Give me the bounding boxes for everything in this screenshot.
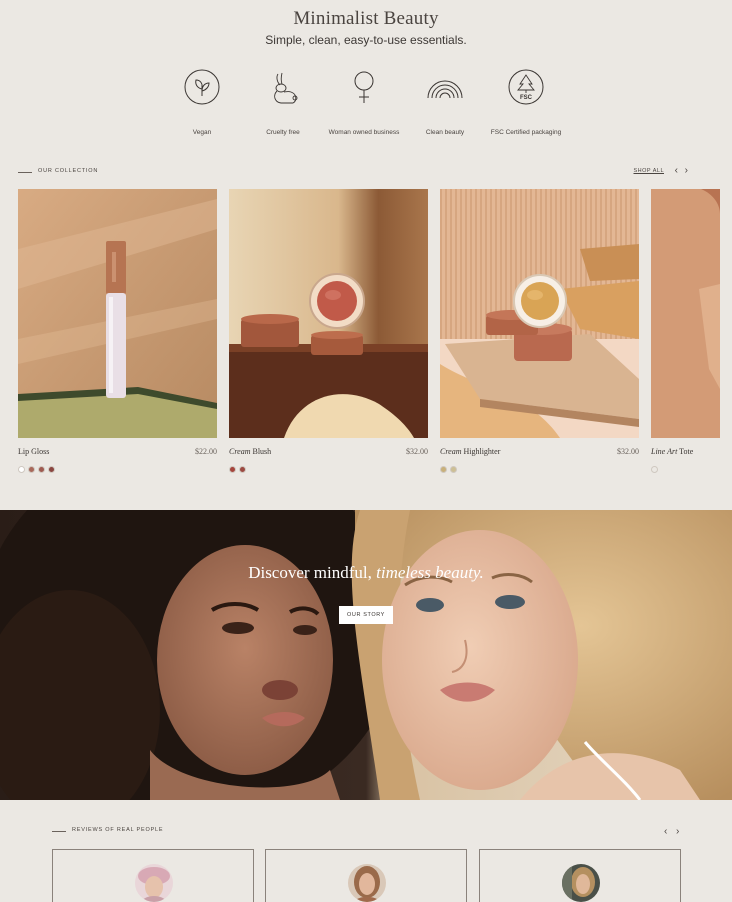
review-card — [479, 849, 681, 902]
value-fsc-certified: FSC FSC Certified packaging — [486, 68, 566, 137]
leaf-icon — [184, 69, 220, 105]
review-card — [52, 849, 254, 902]
avatar — [135, 864, 173, 902]
brand-tagline: Simple, clean, easy-to-use essentials. — [265, 33, 467, 47]
avatar — [562, 864, 600, 902]
value-vegan: Vegan — [162, 68, 242, 137]
product-image[interactable] — [18, 189, 217, 438]
chevron-left-icon[interactable]: ‹ — [664, 826, 667, 837]
swatch[interactable] — [450, 466, 457, 473]
our-story-button[interactable]: OUR STORY — [339, 606, 393, 624]
reviews-section: REVIEWS OF REAL PEOPLE ‹ › — [0, 800, 732, 902]
divider — [18, 172, 32, 173]
color-swatches — [229, 460, 249, 473]
female-symbol-icon — [354, 71, 374, 103]
hero-image — [0, 510, 732, 800]
product-price: $32.00 — [617, 447, 639, 456]
chevron-left-icon[interactable]: ‹ — [675, 165, 678, 176]
swatch[interactable] — [229, 466, 236, 473]
swatch[interactable] — [48, 466, 55, 473]
review-card — [265, 849, 467, 902]
bunny-icon — [274, 72, 298, 104]
brand-values: Vegan Cruelty free Woman owned business — [162, 68, 570, 148]
product-price: $32.00 — [406, 447, 428, 456]
color-swatches — [440, 460, 460, 473]
product-name[interactable]: Line Art Tote — [651, 447, 693, 456]
shop-all-link[interactable]: SHOP ALL — [634, 168, 665, 174]
avatar — [348, 864, 386, 902]
product-name[interactable]: Cream Blush — [229, 447, 271, 456]
chevron-right-icon[interactable]: › — [685, 165, 688, 176]
value-label: Clean beauty — [425, 129, 465, 136]
value-woman-owned: Woman owned business — [324, 68, 404, 137]
value-clean-beauty: Clean beauty — [405, 68, 485, 137]
product-name[interactable]: Lip Gloss — [18, 447, 49, 456]
brand-title: Minimalist Beauty — [293, 8, 439, 29]
hero-headline: Discover mindful, timeless beauty. — [248, 563, 484, 582]
product-image[interactable] — [651, 189, 720, 438]
swatch[interactable] — [38, 466, 45, 473]
svg-text:FSC: FSC — [520, 95, 533, 101]
product-image[interactable] — [229, 189, 428, 438]
product-image[interactable] — [440, 189, 639, 438]
swatch[interactable] — [28, 466, 35, 473]
product-name[interactable]: Cream Highlighter — [440, 447, 500, 456]
swatch[interactable] — [239, 466, 246, 473]
hero-banner — [0, 510, 732, 800]
value-label: Woman owned business — [328, 129, 400, 136]
divider — [52, 831, 66, 832]
chevron-right-icon[interactable]: › — [676, 826, 679, 837]
fsc-tree-icon: FSC — [508, 69, 544, 105]
swatch[interactable] — [651, 466, 658, 473]
value-cruelty-free: Cruelty free — [243, 68, 323, 137]
swatch[interactable] — [440, 466, 447, 473]
value-label: Vegan — [192, 129, 212, 136]
swatch[interactable] — [18, 466, 25, 473]
product-card-line-art-tote[interactable]: Line Art Tote — [651, 189, 732, 479]
reviews-title: REVIEWS OF REAL PEOPLE — [72, 827, 164, 833]
value-label: FSC Certified packaging — [490, 129, 562, 136]
color-swatches — [18, 460, 58, 473]
top-section: Minimalist Beauty Simple, clean, easy-to… — [0, 0, 732, 510]
collection-header: OUR COLLECTION SHOP ALL ‹ › — [18, 165, 718, 178]
product-price: $22.00 — [195, 447, 217, 456]
color-swatches — [651, 460, 661, 473]
reviews-header: REVIEWS OF REAL PEOPLE ‹ › — [52, 826, 692, 837]
collection-title: OUR COLLECTION — [38, 168, 99, 174]
value-label: Cruelty free — [266, 129, 300, 136]
rainbow-icon — [427, 80, 463, 99]
